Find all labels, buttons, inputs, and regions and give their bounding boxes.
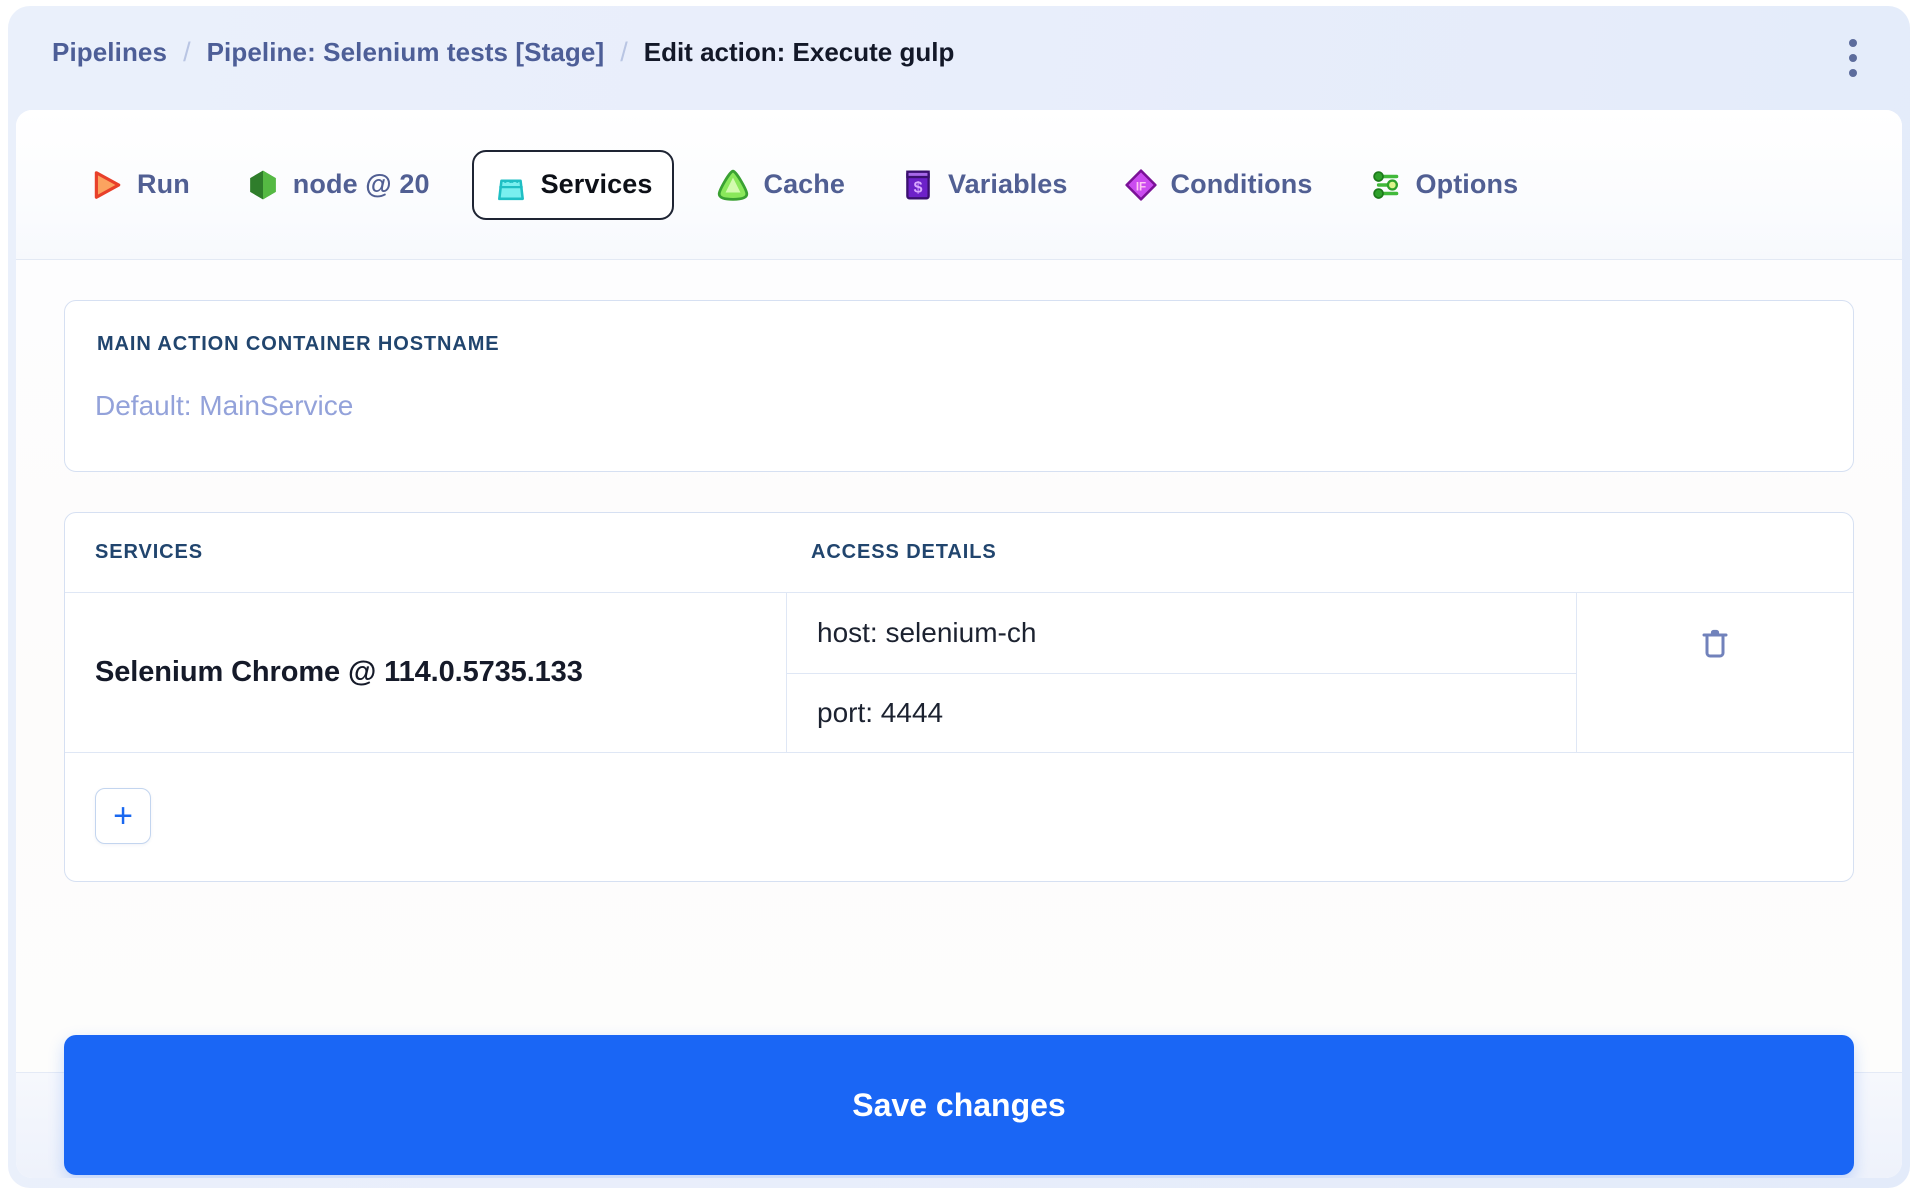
play-icon	[94, 170, 121, 199]
tab-run[interactable]: Run	[76, 152, 204, 218]
tab-cache-label: Cache	[763, 169, 846, 199]
tab-node[interactable]: node @ 20	[232, 152, 444, 218]
svg-text:$: $	[914, 179, 923, 196]
add-service-row: +	[65, 753, 1853, 878]
kebab-dot-3	[1849, 69, 1857, 77]
tab-variables[interactable]: $ Variables	[887, 152, 1082, 218]
modal-footer: Save changes	[16, 1035, 1902, 1178]
services-table-header: SERVICES ACCESS DETAILS	[65, 513, 1853, 593]
tab-node-label: node @ 20	[292, 169, 430, 199]
breadcrumb: Pipelines / Pipeline: Selenium tests [St…	[52, 37, 954, 68]
hostname-label: MAIN ACTION CONTAINER HOSTNAME	[97, 333, 500, 355]
kebab-dot-2	[1849, 54, 1857, 62]
tab-services[interactable]: Services	[471, 149, 675, 220]
cell-row-actions	[1577, 593, 1853, 752]
breadcrumb-current: Edit action: Execute gulp	[643, 37, 955, 67]
node-icon	[250, 170, 276, 199]
breadcrumb-separator-2: /	[620, 37, 628, 67]
table-row[interactable]: Selenium Chrome @ 114.0.5735.133 host: s…	[65, 593, 1853, 753]
add-service-button[interactable]: +	[95, 787, 151, 844]
edit-action-modal: Pipelines / Pipeline: Selenium tests [St…	[8, 6, 1910, 1188]
services-icon	[497, 178, 524, 200]
tab-variables-label: Variables	[948, 169, 1068, 199]
breadcrumb-pipelines[interactable]: Pipelines	[52, 37, 167, 68]
services-tab-panel: MAIN ACTION CONTAINER HOSTNAME SERVICES …	[16, 260, 1902, 1072]
modal-card: Run node @ 20 Services Cache $ Variables…	[16, 110, 1902, 1178]
modal-header: Pipelines / Pipeline: Selenium tests [St…	[8, 6, 1910, 110]
hostname-input[interactable]	[95, 381, 1795, 431]
access-detail-host[interactable]: host: selenium-ch	[787, 593, 1576, 673]
more-options-icon[interactable]	[1832, 34, 1874, 82]
save-changes-button[interactable]: Save changes	[64, 1035, 1854, 1175]
cell-access-details: host: selenium-ch port: 4444	[787, 593, 1577, 752]
services-table: SERVICES ACCESS DETAILS Selenium Chrome …	[64, 512, 1854, 882]
action-tab-bar: Run node @ 20 Services Cache $ Variables…	[16, 110, 1902, 260]
kebab-dot-1	[1849, 39, 1857, 47]
tab-run-label: Run	[137, 169, 190, 199]
tab-conditions-label: Conditions	[1170, 169, 1313, 199]
breadcrumb-separator: /	[183, 37, 191, 67]
column-header-services: SERVICES	[95, 541, 203, 563]
trash-icon	[1702, 629, 1728, 658]
tab-cache[interactable]: Cache	[702, 152, 859, 218]
variables-icon: $	[906, 170, 930, 199]
cache-icon	[718, 169, 749, 201]
main-action-container-hostname-panel: MAIN ACTION CONTAINER HOSTNAME	[64, 300, 1854, 472]
access-detail-port[interactable]: port: 4444	[787, 672, 1576, 753]
conditions-icon: IF	[1124, 168, 1157, 201]
tab-options[interactable]: Options	[1355, 152, 1533, 218]
column-header-access-details: ACCESS DETAILS	[811, 541, 997, 563]
svg-text:IF: IF	[1135, 180, 1145, 193]
service-name: Selenium Chrome @ 114.0.5735.133	[95, 656, 583, 688]
tab-options-label: Options	[1415, 169, 1519, 199]
breadcrumb-pipeline[interactable]: Pipeline: Selenium tests [Stage]	[207, 37, 605, 68]
options-icon	[1372, 170, 1398, 199]
tab-conditions[interactable]: IF Conditions	[1110, 152, 1327, 218]
delete-service-button[interactable]	[1689, 618, 1741, 670]
cell-service-name[interactable]: Selenium Chrome @ 114.0.5735.133	[65, 593, 787, 752]
tab-services-label: Services	[540, 169, 653, 199]
